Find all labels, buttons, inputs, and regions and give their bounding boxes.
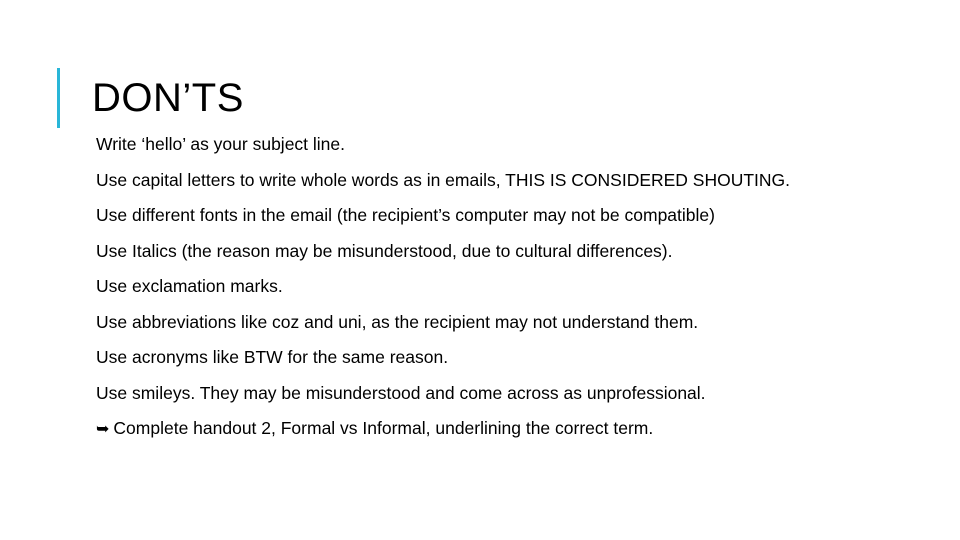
- list-item: Use acronyms like BTW for the same reaso…: [96, 347, 449, 367]
- list-item: Write ‘hello’ as your subject line.: [96, 134, 345, 154]
- bullet-list: Write ‘hello’ as your subject line. Use …: [96, 133, 886, 441]
- slide-canvas: DON’TS Write ‘hello’ as your subject lin…: [0, 0, 960, 540]
- list-item: Use capital letters to write whole words…: [96, 169, 791, 190]
- list-item: Use smileys. They may be misunderstood a…: [96, 382, 706, 403]
- task-list-item: ➥ Complete handout 2, Formal vs Informal,…: [96, 417, 886, 441]
- list-item: Use abbreviations like coz and uni, as t…: [96, 311, 699, 332]
- page-title: DON’TS: [92, 76, 244, 120]
- arrow-bullet-icon: ➥: [96, 419, 110, 438]
- slide-title-block: DON’TS: [57, 68, 244, 128]
- list-item: Use exclamation marks.: [96, 276, 283, 296]
- list-item: Use Italics (the reason may be misunders…: [96, 240, 673, 261]
- list-item: Use different fonts in the email (the re…: [96, 205, 715, 225]
- task-list-item-label: Complete handout 2, Formal vs Informal, …: [113, 418, 654, 438]
